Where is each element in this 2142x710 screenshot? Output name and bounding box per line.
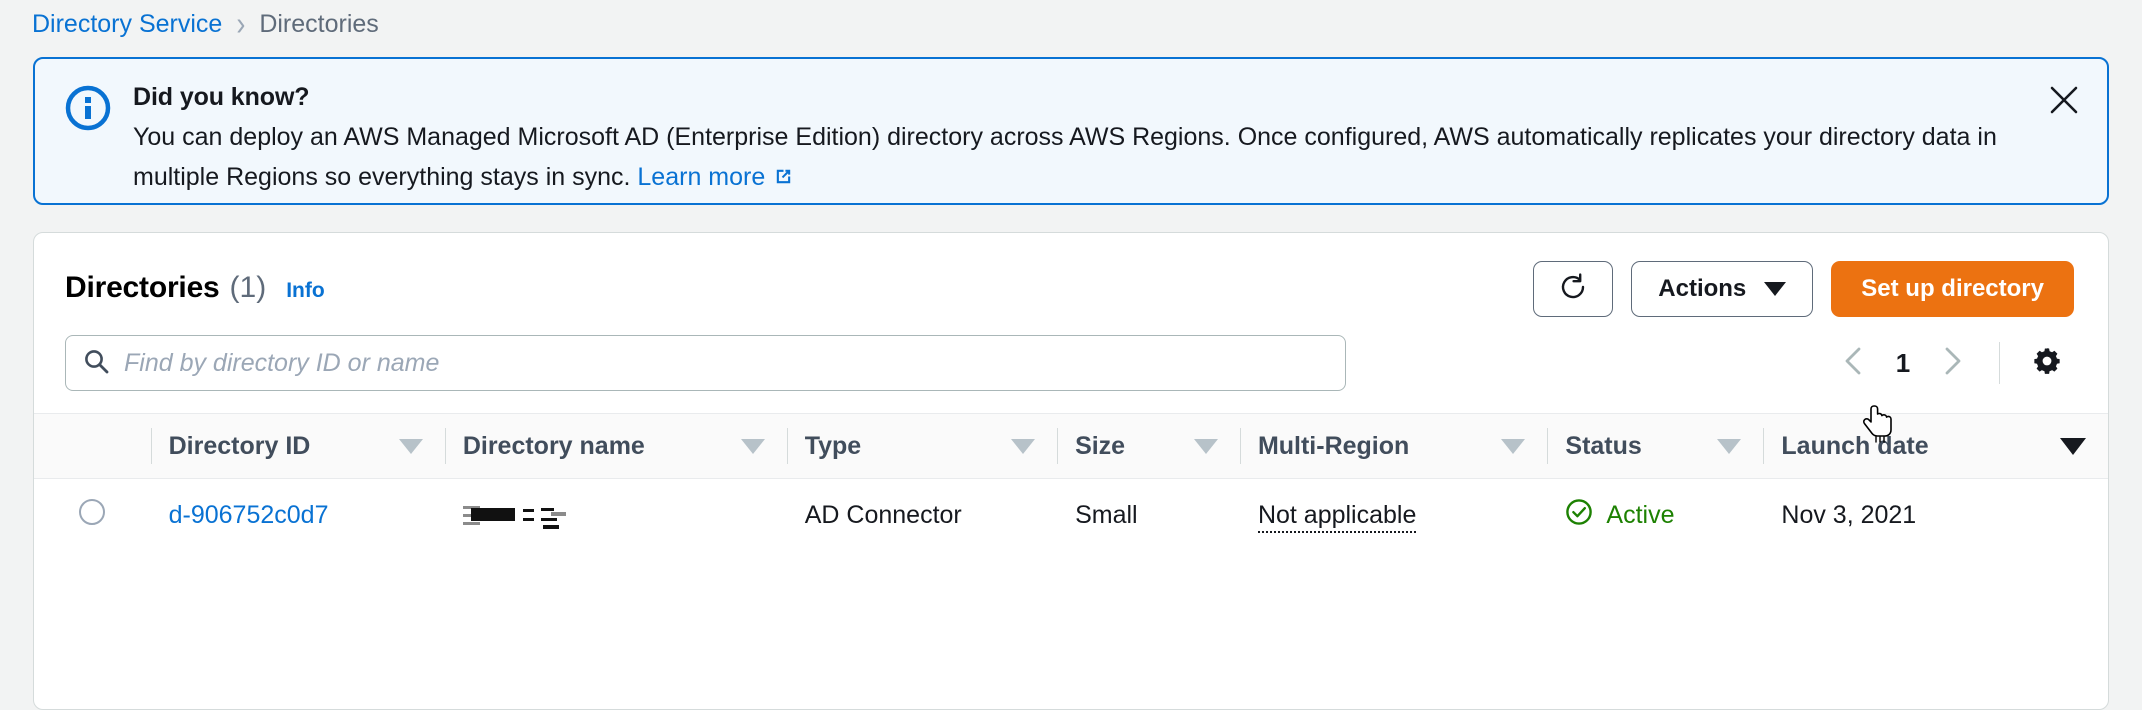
page-title: Directories (65, 271, 220, 305)
search-box[interactable] (65, 335, 1346, 391)
redacted-directory-name (463, 504, 571, 530)
sort-icon (1194, 439, 1218, 454)
column-header-status[interactable]: Status (1547, 414, 1763, 479)
sort-icon (1717, 439, 1741, 454)
multi-region-value[interactable]: Not applicable (1258, 501, 1416, 533)
column-header-size[interactable]: Size (1057, 414, 1240, 479)
table-body: d-906752c0d7 (34, 479, 2108, 553)
column-label: Status (1547, 432, 1641, 461)
chevron-down-icon (1764, 282, 1786, 296)
learn-more-link[interactable]: Learn more (637, 163, 765, 191)
column-label: Multi-Region (1240, 432, 1409, 461)
cell-status: Active (1547, 479, 1763, 553)
sort-icon (1501, 439, 1525, 454)
refresh-button[interactable] (1533, 261, 1613, 317)
refresh-icon (1558, 272, 1588, 307)
card-action-buttons: Actions Set up directory (1533, 261, 2074, 317)
actions-dropdown-button[interactable]: Actions (1631, 261, 1813, 317)
pagination-next-button[interactable] (1925, 336, 1979, 390)
info-banner-body: Did you know? You can deploy an AWS Mana… (133, 81, 2081, 203)
column-label: Launch date (1763, 432, 1928, 461)
status-badge: Active (1565, 498, 1763, 533)
info-banner-message: You can deploy an AWS Managed Microsoft … (133, 123, 1997, 191)
table-header: Directory ID Directory name Type (34, 414, 2108, 479)
directories-card: Directories (1) Info Actions (33, 232, 2109, 710)
cell-type: AD Connector (787, 479, 1057, 553)
cell-launch-date: Nov 3, 2021 (1763, 479, 2108, 553)
column-label: Directory ID (151, 432, 311, 461)
cell-directory-id: d-906752c0d7 (151, 479, 445, 553)
pagination-divider (1999, 342, 2000, 384)
info-banner: Did you know? You can deploy an AWS Mana… (33, 57, 2109, 205)
close-icon[interactable] (2043, 79, 2085, 121)
column-label: Directory name (445, 432, 645, 461)
pagination-previous-button[interactable] (1827, 336, 1881, 390)
gear-icon (2031, 345, 2063, 382)
column-header-directory-name[interactable]: Directory name (445, 414, 787, 479)
status-text: Active (1606, 501, 1674, 530)
directory-service-page: Directory Service › Directories Did you … (0, 0, 2142, 710)
column-header-directory-id[interactable]: Directory ID (151, 414, 445, 479)
search-icon (82, 347, 110, 380)
column-label: Size (1057, 432, 1125, 461)
set-up-directory-button[interactable]: Set up directory (1831, 261, 2074, 317)
pagination: 1 (1827, 336, 2074, 390)
table-header-row: Directory ID Directory name Type (34, 414, 2108, 479)
info-banner-title: Did you know? (133, 83, 2081, 113)
info-link[interactable]: Info (286, 279, 324, 303)
sort-icon (1011, 439, 1035, 454)
sort-icon (399, 439, 423, 454)
column-header-type[interactable]: Type (787, 414, 1057, 479)
directories-table: Directory ID Directory name Type (34, 413, 2108, 553)
cell-size: Small (1057, 479, 1240, 553)
breadcrumb-separator-icon: › (236, 7, 245, 41)
breadcrumb: Directory Service › Directories (0, 0, 2142, 48)
sort-icon (741, 439, 765, 454)
column-label: Type (787, 432, 862, 461)
column-header-launch-date[interactable]: Launch date (1763, 414, 2108, 479)
actions-label: Actions (1658, 275, 1746, 303)
row-radio-button[interactable] (79, 499, 105, 525)
chevron-right-icon (1939, 346, 1965, 381)
sort-icon-active (2060, 438, 2086, 455)
info-circle-icon (65, 85, 111, 203)
row-select-cell[interactable] (34, 479, 151, 553)
table-header-select (34, 414, 151, 479)
pagination-current-page[interactable]: 1 (1881, 348, 1925, 379)
breadcrumb-link-directory-service[interactable]: Directory Service (32, 10, 222, 39)
breadcrumb-current-directories: Directories (259, 10, 378, 39)
card-header: Directories (1) Info Actions (34, 233, 2108, 317)
filter-row: 1 (34, 317, 2108, 413)
directory-id-link[interactable]: d-906752c0d7 (169, 501, 329, 529)
directories-count: (1) (230, 271, 267, 305)
external-link-icon[interactable] (772, 160, 795, 200)
table-preferences-button[interactable] (2020, 336, 2074, 390)
search-input[interactable] (124, 349, 1329, 378)
cell-multi-region: Not applicable (1240, 479, 1547, 553)
table-row[interactable]: d-906752c0d7 (34, 479, 2108, 553)
chevron-left-icon (1841, 346, 1867, 381)
check-circle-icon (1565, 498, 1593, 533)
card-title-group: Directories (1) Info (65, 261, 325, 305)
info-banner-text: You can deploy an AWS Managed Microsoft … (133, 117, 2081, 200)
cell-directory-name (445, 479, 787, 553)
column-header-multi-region[interactable]: Multi-Region (1240, 414, 1547, 479)
set-up-directory-label: Set up directory (1861, 275, 2044, 303)
